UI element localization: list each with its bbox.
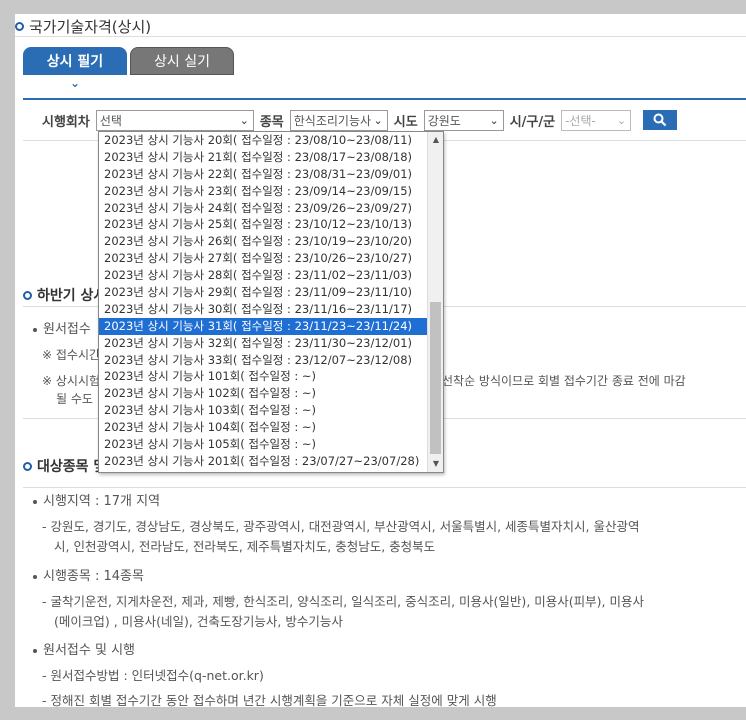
section-title-text: 대상종목 및: [37, 459, 107, 475]
tab-practical-exam[interactable]: 상시 실기: [130, 47, 234, 75]
round-select-value: 선택: [99, 113, 122, 128]
dropdown-option[interactable]: 2023년 상시 기능사 30회( 접수일정 : 23/11/16~23/11/…: [99, 301, 427, 318]
apply-method: - 원서접수방법 : 인터넷접수(q-net.or.kr): [42, 668, 264, 683]
scroll-thumb[interactable]: [430, 302, 441, 454]
city-label: 시/구/군: [509, 114, 556, 130]
title-bullet-icon: [15, 21, 24, 31]
dropdown-option[interactable]: 2023년 상시 기능사 103회( 접수일정 : ~): [99, 402, 427, 419]
page-title-text: 국가기술자격(상시): [29, 17, 152, 36]
list-item: 원서접수 및 시행: [33, 641, 135, 661]
tab-written-exam[interactable]: 상시 필기: [23, 47, 127, 75]
category-select-value: 한식조리기능사: [293, 113, 372, 128]
chevron-down-icon: ⌄: [373, 113, 383, 127]
types-list-continued: (메이크업) , 미용사(네일), 건축도장기능사, 방수기능사: [54, 614, 343, 629]
dropdown-option[interactable]: 2023년 상시 기능사 24회( 접수일정 : 23/09/26~23/09/…: [99, 200, 427, 217]
chevron-down-icon: ⌄: [489, 113, 499, 127]
chevron-down-icon: ⌄: [70, 76, 81, 90]
dropdown-option[interactable]: 2023년 상시 기능사 104회( 접수일정 : ~): [99, 419, 427, 436]
dropdown-option[interactable]: 2023년 상시 기능사 23회( 접수일정 : 23/09/14~23/09/…: [99, 183, 427, 200]
list-item-text: 시행지역 : 17개 지역: [43, 494, 161, 509]
list-bullet: [33, 499, 37, 504]
scroll-up-icon[interactable]: ▲: [428, 132, 444, 148]
list-bullet: [33, 648, 37, 653]
chevron-down-icon: ⌄: [616, 113, 627, 127]
dropdown-option[interactable]: 2023년 상시 기능사 20회( 접수일정 : 23/08/10~23/08/…: [99, 132, 427, 149]
types-list: - 굴착기운전, 지게차운전, 제과, 제빵, 한식조리, 양식조리, 일식조리…: [42, 594, 644, 609]
dropdown-option[interactable]: 2023년 상시 기능사 28회( 접수일정 : 23/11/02~23/11/…: [99, 267, 427, 284]
city-select-value: -선택-: [565, 113, 596, 128]
category-select[interactable]: 한식조리기능사 ⌄: [289, 109, 388, 131]
dropdown-option[interactable]: 2023년 상시 기능사 27회( 접수일정 : 23/10/26~23/10/…: [99, 250, 427, 267]
province-select-value: 강원도: [427, 113, 461, 128]
list-item-text: 원서접수: [43, 322, 91, 337]
round-label: 시행회차: [42, 114, 90, 130]
dropdown-option[interactable]: 2023년 상시 기능사 25회( 접수일정 : 23/10/12~23/10/…: [99, 216, 427, 233]
list-item: 시행지역 : 17개 지역: [33, 492, 160, 512]
dropdown-option[interactable]: 2023년 상시 기능사 26회( 접수일정 : 23/10/19~23/10/…: [99, 233, 427, 250]
tab-underline: [23, 98, 746, 100]
province-select[interactable]: 강원도 ⌄: [423, 109, 504, 131]
section-title-text: 하반기 상시: [37, 288, 107, 304]
list-bullet: [33, 327, 37, 332]
region-list-continued: 시, 인천광역시, 전라남도, 전라북도, 제주특별자치도, 충청남도, 충청북…: [54, 539, 436, 554]
round-select[interactable]: 선택 ⌄: [95, 109, 254, 131]
section-title-targets: 대상종목 및: [23, 456, 106, 476]
list-item-text: 시행종목 : 14종목: [43, 569, 144, 584]
dropdown-option[interactable]: 2023년 상시 기능사 201회( 접수일정 : 23/07/27~23/07…: [99, 453, 427, 470]
province-label: 시도: [393, 114, 418, 130]
dropdown-option[interactable]: 2023년 상시 기능사 105회( 접수일정 : ~): [99, 436, 427, 453]
search-button[interactable]: [643, 110, 678, 130]
divider: [15, 36, 746, 37]
city-select[interactable]: -선택- ⌄: [561, 109, 632, 131]
dropdown-option[interactable]: 2023년 상시 기능사 31회( 접수일정 : 23/11/23~23/11/…: [99, 317, 427, 335]
chevron-down-icon: ⌄: [239, 113, 249, 127]
apply-note: - 정해진 회별 접수기간 동안 접수하며 년간 시행계획을 기준으로 자체 실…: [42, 693, 497, 707]
dropdown-options: 2023년 상시 기능사 20회( 접수일정 : 23/08/10~23/08/…: [99, 132, 427, 470]
category-label: 종목: [259, 114, 284, 130]
page-title: 국가기술자격(상시): [15, 14, 151, 38]
list-item: 시행종목 : 14종목: [33, 567, 144, 587]
scroll-down-icon[interactable]: ▼: [428, 456, 444, 472]
dropdown-option[interactable]: 2023년 상시 기능사 101회( 접수일정 : ~): [99, 368, 427, 385]
list-bullet: [33, 574, 37, 579]
note-text-continued: 될 수도: [56, 392, 93, 406]
search-icon: [653, 113, 667, 127]
note-text-continued: 선착순 방식이므로 회별 접수기간 종료 전에 마감: [442, 374, 686, 388]
dropdown-option[interactable]: 2023년 상시 기능사 21회( 접수일정 : 23/08/17~23/08/…: [99, 149, 427, 166]
section-bullet-icon: [23, 461, 32, 471]
region-list: - 강원도, 경기도, 경상남도, 경상북도, 광주광역시, 대전광역시, 부산…: [42, 519, 640, 534]
dropdown-option[interactable]: 2023년 상시 기능사 32회( 접수일정 : 23/11/30~23/12/…: [99, 335, 427, 352]
list-item: 원서접수: [33, 320, 91, 340]
note-text: ※ 접수시간: [42, 348, 101, 362]
dropdown-option[interactable]: 2023년 상시 기능사 33회( 접수일정 : 23/12/07~23/12/…: [99, 352, 427, 369]
dropdown-option[interactable]: 2023년 상시 기능사 102회( 접수일정 : ~): [99, 385, 427, 402]
tab-bar: 상시 필기 상시 실기: [23, 47, 234, 75]
search-row: 시행회차 선택 ⌄ 종목 한식조리기능사 ⌄ 시도 강원도 ⌄ 시/구/군 -선…: [42, 108, 678, 132]
section-title-schedule: 하반기 상시: [23, 285, 106, 305]
list-item-text: 원서접수 및 시행: [43, 643, 135, 658]
section-bullet-icon: [23, 290, 32, 300]
note-text: ※ 상시시험: [42, 374, 101, 388]
dropdown-option[interactable]: 2023년 상시 기능사 29회( 접수일정 : 23/11/09~23/11/…: [99, 284, 427, 301]
divider: [23, 487, 746, 488]
dropdown-option[interactable]: 2023년 상시 기능사 22회( 접수일정 : 23/08/31~23/09/…: [99, 166, 427, 183]
round-dropdown-list[interactable]: 2023년 상시 기능사 20회( 접수일정 : 23/08/10~23/08/…: [98, 131, 444, 473]
scrollbar[interactable]: ▲ ▼: [427, 132, 443, 472]
